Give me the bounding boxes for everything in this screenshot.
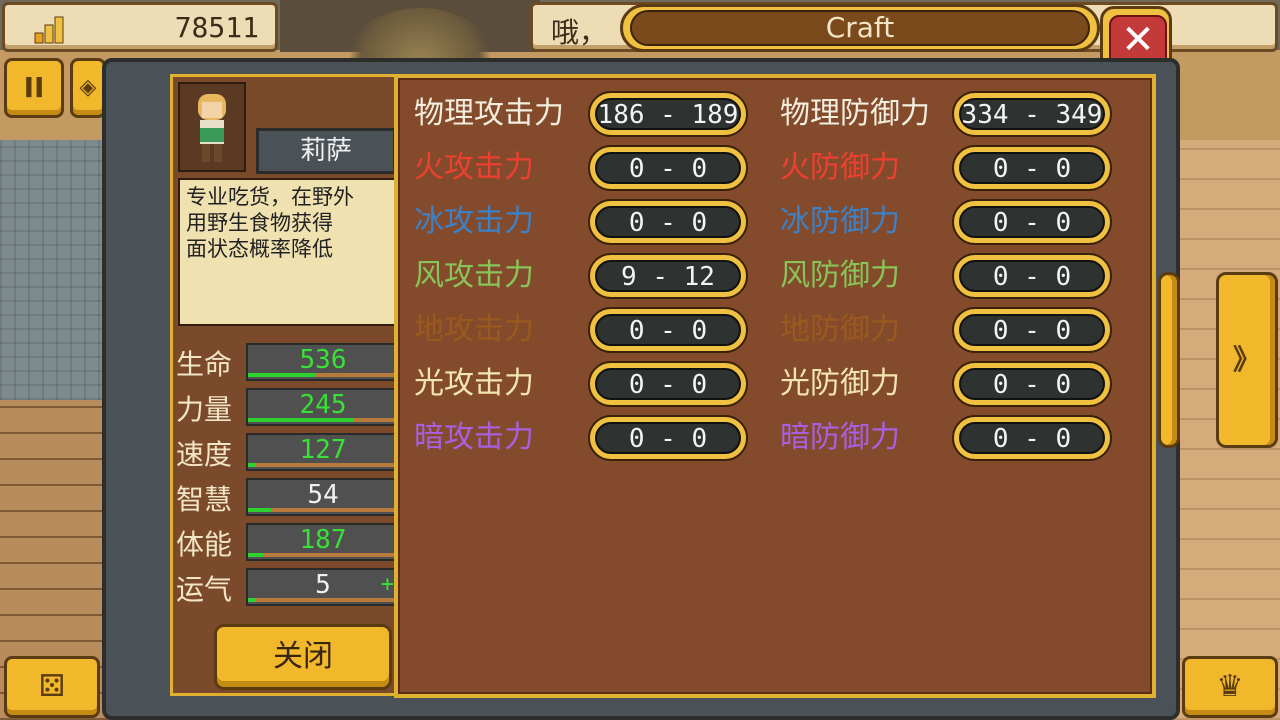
gold-amount: 78511 (174, 11, 259, 44)
stat-fill (248, 508, 271, 512)
stat-label: 智慧 (176, 483, 233, 516)
panel-edge-right (1158, 272, 1180, 448)
defense-value: 0 - 0 (959, 152, 1105, 184)
crown-icon: ♛ (1216, 669, 1244, 704)
stat-label: 力量 (176, 393, 233, 426)
stat-fill (248, 553, 263, 557)
defense-label: 物理防御力 (780, 96, 930, 131)
stat-plus[interactable]: + (381, 570, 394, 600)
defense-value: 0 - 0 (959, 206, 1105, 238)
defense-label: 光防御力 (780, 366, 900, 401)
stat-value: 5 (315, 570, 331, 600)
attack-value: 0 - 0 (595, 206, 741, 238)
defense-label: 火防御力 (780, 150, 900, 185)
stat-value: 54 (307, 480, 339, 510)
defense-label: 风防御力 (780, 258, 900, 293)
attack-label: 风攻击力 (414, 258, 534, 293)
pause-button[interactable]: II (4, 58, 64, 118)
gold-bar: 78511 (2, 2, 278, 52)
attack-value-pill: 0 - 0 (588, 361, 748, 407)
attack-value-pill: 0 - 0 (588, 415, 748, 461)
stat-bar: 127 (246, 433, 400, 471)
stat-label: 运气 (176, 573, 233, 606)
stat-fill (248, 463, 256, 467)
attack-value: 0 - 0 (595, 422, 741, 454)
defense-value-pill: 0 - 0 (952, 199, 1112, 245)
stat-value: 245 (299, 390, 347, 420)
map-icon: ◈ (79, 75, 97, 100)
attack-value-pill: 186 - 189 (588, 91, 748, 137)
attack-value: 0 - 0 (595, 368, 741, 400)
message-text: 哦， (551, 16, 608, 49)
attack-label: 光攻击力 (414, 366, 534, 401)
map-button[interactable]: ◈ (70, 58, 106, 118)
stat-track (248, 598, 398, 602)
defense-value-pill: 334 - 349 (952, 91, 1112, 137)
defense-value-pill: 0 - 0 (952, 361, 1112, 407)
stat-bar: 5 + (246, 568, 400, 606)
background-stone-floor (0, 140, 110, 400)
defense-value-pill: 0 - 0 (952, 253, 1112, 299)
defense-value-pill: 0 - 0 (952, 307, 1112, 353)
attack-label: 暗攻击力 (414, 420, 534, 455)
attack-label: 火攻击力 (414, 150, 534, 185)
attack-value-pill: 0 - 0 (588, 307, 748, 353)
attack-value-pill: 9 - 12 (588, 253, 748, 299)
attack-value: 9 - 12 (595, 260, 741, 292)
stat-track (248, 553, 398, 557)
defense-label: 地防御力 (780, 312, 900, 347)
attack-value: 0 - 0 (595, 314, 741, 346)
crown-button[interactable]: ♛ (1182, 656, 1278, 718)
attack-label: 地攻击力 (414, 312, 534, 347)
double-chevron-right-icon: 》 (1232, 343, 1261, 376)
defense-value-pill: 0 - 0 (952, 145, 1112, 191)
stat-value: 187 (299, 525, 347, 555)
defense-value: 0 - 0 (959, 422, 1105, 454)
defense-label: 冰防御力 (780, 204, 900, 239)
stat-fill (248, 598, 256, 602)
stat-bar: 536 (246, 343, 400, 381)
character-description: 专业吃货，在野外 用野生食物获得 面状态概率降低 (178, 178, 400, 326)
stat-value: 536 (299, 345, 347, 375)
stat-fill (248, 418, 353, 422)
defense-value: 0 - 0 (959, 314, 1105, 346)
dice-button[interactable]: ⚄ (4, 656, 100, 718)
stat-label: 生命 (176, 348, 233, 381)
stat-bar: 187 (246, 523, 400, 561)
stat-label: 速度 (176, 438, 233, 471)
stat-track (248, 463, 398, 467)
stat-bar: 54 (246, 478, 400, 516)
gold-icon (33, 13, 67, 45)
pause-icon: II (23, 71, 45, 104)
stat-fill (248, 373, 316, 377)
defense-value: 0 - 0 (959, 368, 1105, 400)
panel-title: Craft (630, 10, 1090, 46)
attack-value-pill: 0 - 0 (588, 145, 748, 191)
stat-label: 体能 (176, 528, 233, 561)
defense-value: 334 - 349 (959, 98, 1105, 130)
defense-value: 0 - 0 (959, 260, 1105, 292)
defense-value-pill: 0 - 0 (952, 415, 1112, 461)
attack-value: 0 - 0 (595, 152, 741, 184)
attack-value: 186 - 189 (595, 98, 741, 130)
stat-value: 127 (299, 435, 347, 465)
stat-track (248, 508, 398, 512)
character-portrait (178, 82, 246, 172)
attack-label: 物理攻击力 (414, 96, 564, 131)
next-character-button[interactable]: 》 (1216, 272, 1278, 448)
attack-label: 冰攻击力 (414, 204, 534, 239)
defense-label: 暗防御力 (780, 420, 900, 455)
close-button[interactable]: 关闭 (214, 624, 392, 690)
stat-bar: 245 (246, 388, 400, 426)
attack-value-pill: 0 - 0 (588, 199, 748, 245)
character-name: 莉萨 (256, 128, 396, 174)
dice-icon: ⚄ (38, 669, 66, 704)
